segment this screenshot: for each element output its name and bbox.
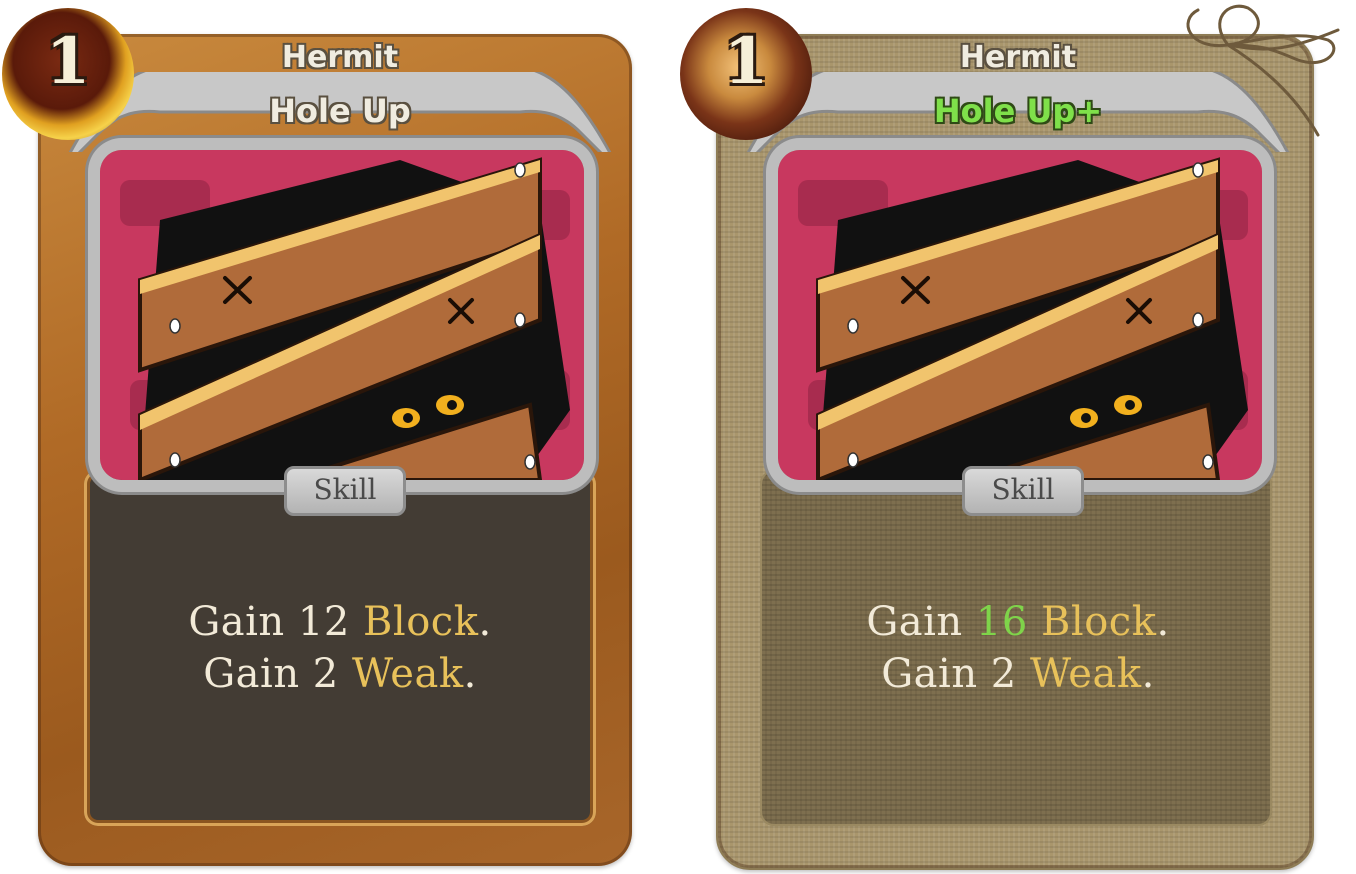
boarded-hole-art [778,150,1262,480]
boarded-hole-art [100,150,584,480]
card-art [100,150,584,480]
card-description: Gain 16 Block. Gain 2 Weak. [762,596,1274,700]
card-hole-up-plus[interactable]: 1 Hermit Hole Up+ Skill Gain 16 Block. G… [678,0,1356,874]
card-title: Hole Up [269,92,411,130]
character-label: Hermit [959,40,1077,75]
description-line-1: Gain 12 Block. [188,599,492,645]
description-line-1: Gain 16 Block. [866,599,1170,645]
description-line-2: Gain 2 Weak. [203,651,477,697]
description-line-2: Gain 2 Weak. [881,651,1155,697]
character-label: Hermit [281,40,399,75]
keyword-block: Block [1041,599,1157,645]
card-title: Hole Up+ [933,92,1103,130]
upgraded-value: 16 [975,599,1028,645]
card-art [778,150,1262,480]
keyword-weak: Weak [1029,651,1142,697]
card-type-label: Skill [284,466,406,516]
card-hole-up[interactable]: 1 Hermit Hole Up Skill Gain 12 Block. Ga… [0,0,680,874]
keyword-block: Block [363,599,479,645]
card-description: Gain 12 Block. Gain 2 Weak. [84,596,596,700]
energy-cost: 1 [723,24,769,99]
card-type-label: Skill [962,466,1084,516]
energy-cost: 1 [45,24,91,99]
keyword-weak: Weak [351,651,464,697]
